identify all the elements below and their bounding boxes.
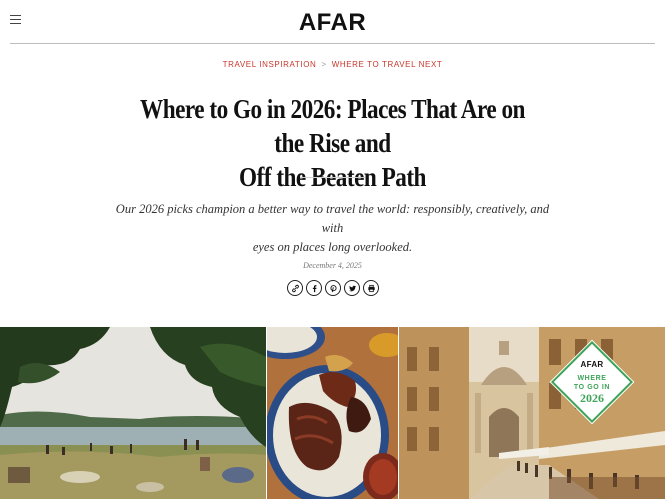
site-logo[interactable]: AFAR (0, 9, 665, 37)
twitter-icon[interactable] (344, 280, 360, 296)
title-divider (300, 177, 365, 178)
breadcrumb: TRAVEL INSPIRATION > WHERE TO TRAVEL NEXT (0, 60, 665, 69)
link-icon[interactable] (287, 280, 303, 296)
share-bar (287, 280, 379, 296)
food-plate-photo (267, 327, 398, 499)
breadcrumb-travel-inspiration[interactable]: TRAVEL INSPIRATION (223, 60, 317, 69)
breadcrumb-separator: > (321, 60, 327, 69)
article-dek: Our 2026 picks champion a better way to … (105, 200, 560, 257)
badge-text: AFAR WHERE TO GO IN 2026 (558, 360, 626, 405)
publish-date: December 4, 2025 (303, 261, 362, 270)
badge-year: 2026 (580, 391, 604, 405)
badge-logo: AFAR (580, 360, 604, 369)
title-line-1: Where to Go in 2026: Places That Are on … (140, 94, 525, 158)
dek-line-1: Our 2026 picks champion a better way to … (115, 202, 550, 235)
facebook-icon[interactable] (306, 280, 322, 296)
dek-line-2: eyes on places long overlooked. (252, 240, 413, 254)
city-street-photo (399, 327, 665, 499)
site-header: AFAR (0, 0, 665, 44)
page-title: Where to Go in 2026: Places That Are on … (124, 92, 541, 194)
breadcrumb-where-to-travel-next[interactable]: WHERE TO TRAVEL NEXT (332, 60, 443, 69)
pinterest-icon[interactable] (325, 280, 341, 296)
hero-image-collage (0, 327, 665, 499)
badge-line-1: WHERE (577, 375, 607, 382)
header-divider (10, 43, 655, 44)
print-icon[interactable] (363, 280, 379, 296)
lake-beach-photo (0, 327, 266, 499)
